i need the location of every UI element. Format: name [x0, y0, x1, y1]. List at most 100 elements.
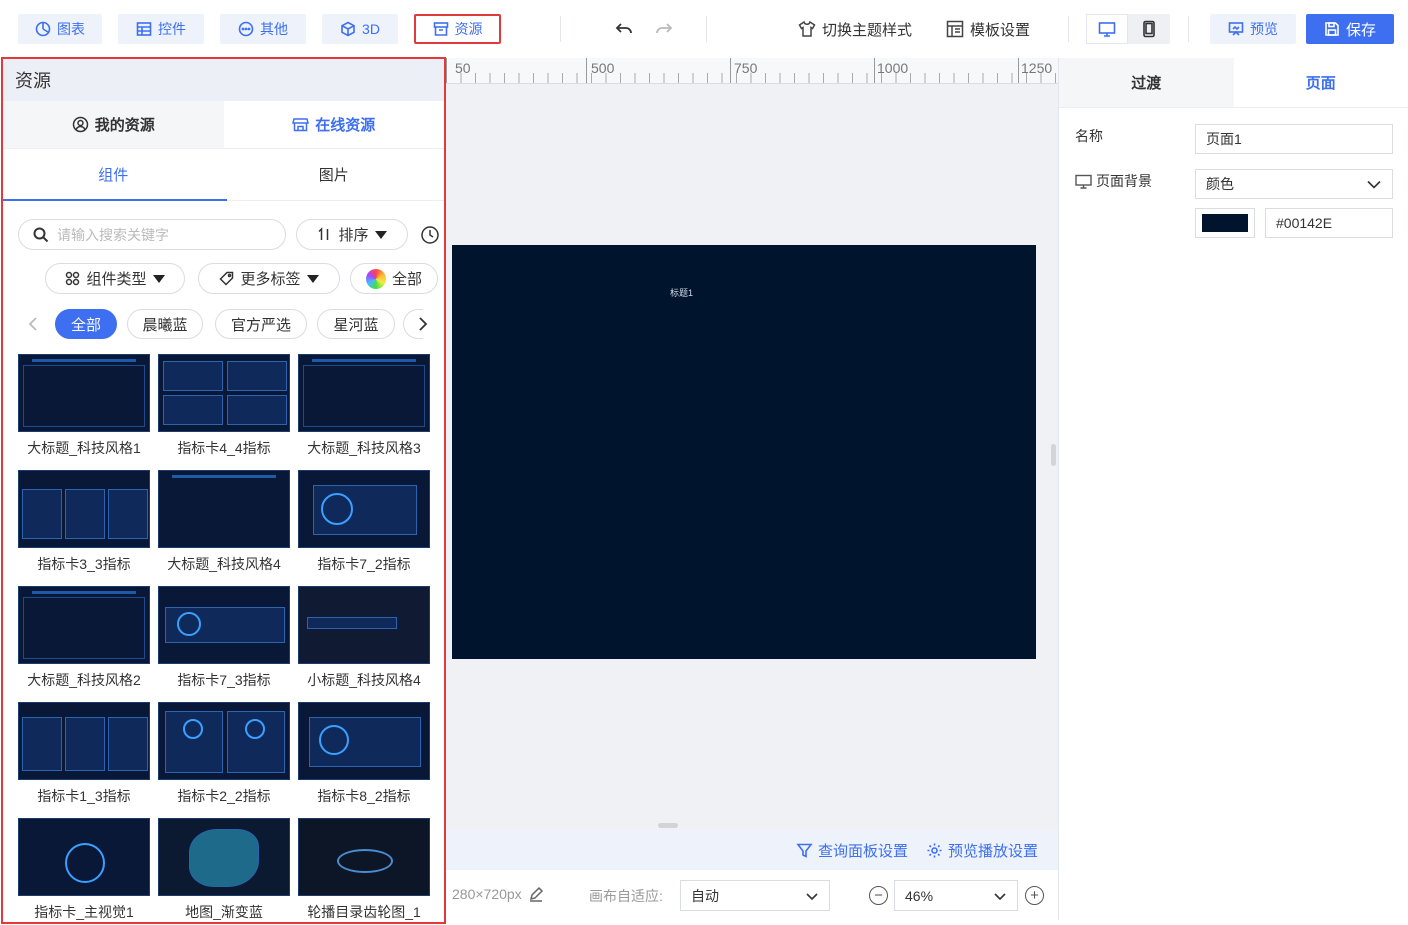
resource-card-label: 指标卡_主视觉1 — [34, 904, 134, 920]
edit-icon[interactable] — [528, 886, 544, 902]
chip-galaxy-blue[interactable]: 星河蓝 — [317, 309, 395, 339]
color-filter[interactable]: 全部 — [350, 263, 438, 294]
chips-scroll-left-button[interactable] — [25, 315, 41, 333]
vertical-scrollbar[interactable] — [1051, 444, 1056, 466]
sort-button[interactable]: 排序 — [296, 219, 408, 250]
tab-transition[interactable]: 过渡 — [1059, 58, 1234, 107]
widget-button[interactable]: 控件 — [118, 14, 204, 44]
resource-type-tabs: 组件 图片 — [3, 149, 444, 201]
save-button[interactable]: 保存 — [1306, 14, 1394, 44]
tab-components[interactable]: 组件 — [3, 149, 224, 200]
page-name-label: 名称 — [1075, 128, 1103, 144]
preview-button-label: 预览 — [1250, 21, 1278, 37]
resource-panel: 资源 我的资源 在线资源 组件 图片 请输入搜索关键字 排序 组件类型 更多标签 — [1, 57, 446, 924]
chip-dawn-blue[interactable]: 晨曦蓝 — [127, 309, 203, 339]
horizontal-scrollbar[interactable] — [658, 823, 678, 828]
sort-label: 排序 — [338, 227, 369, 244]
history-clock-icon[interactable] — [420, 225, 440, 245]
resource-thumbnail — [298, 470, 430, 548]
undo-button[interactable] — [609, 14, 639, 44]
redo-icon — [656, 23, 673, 34]
resource-thumbnail — [158, 818, 290, 896]
query-panel-settings-label: 查询面板设置 — [817, 842, 908, 860]
background-color-picker[interactable] — [1195, 208, 1255, 238]
other-button[interactable]: 其他 — [220, 14, 306, 44]
tab-images[interactable]: 图片 — [224, 149, 445, 200]
chart-button[interactable]: 图表 — [18, 14, 102, 44]
switch-theme-button[interactable]: 切换主题样式 — [798, 14, 912, 44]
phone-icon — [1143, 20, 1155, 38]
resource-button[interactable]: 资源 — [414, 14, 501, 44]
resource-card[interactable]: 指标卡4_4指标 — [158, 354, 290, 458]
store-icon — [292, 118, 310, 132]
resource-card[interactable]: 指标卡7_3指标 — [158, 586, 290, 690]
component-type-filter[interactable]: 组件类型 — [45, 263, 185, 294]
ruler-major-tick — [874, 58, 875, 83]
resource-thumbnail — [298, 702, 430, 780]
canvas-fit-value: 自动 — [691, 887, 719, 904]
preview-play-settings-button[interactable]: 预览播放设置 — [926, 840, 1038, 861]
query-panel-settings-button[interactable]: 查询面板设置 — [796, 840, 908, 861]
mobile-view-toggle[interactable] — [1128, 14, 1170, 44]
canvas-fit-label: 画布自适应: — [589, 888, 663, 904]
undo-icon — [615, 23, 632, 34]
search-input[interactable]: 请输入搜索关键字 — [18, 219, 286, 250]
3d-button[interactable]: 3D — [322, 14, 398, 44]
ruler-major-tick — [586, 58, 587, 83]
resource-card[interactable]: 指标卡7_2指标 — [298, 470, 430, 574]
search-placeholder: 请输入搜索关键字 — [57, 226, 169, 243]
resource-thumbnail — [18, 818, 150, 896]
archive-icon — [433, 22, 448, 36]
resource-card[interactable]: 指标卡1_3指标 — [18, 702, 150, 806]
chip-all[interactable]: 全部 — [55, 309, 117, 339]
tab-my-resources[interactable]: 我的资源 — [3, 101, 224, 148]
resource-card-label: 指标卡7_2指标 — [317, 556, 411, 572]
tag-icon — [219, 271, 234, 286]
resource-card[interactable]: 地图_渐变蓝 — [158, 818, 290, 922]
canvas-fit-select[interactable]: 自动 — [680, 880, 830, 911]
desktop-view-toggle[interactable] — [1086, 14, 1128, 44]
zoom-out-button[interactable]: − — [869, 886, 888, 905]
chart-button-label: 图表 — [57, 21, 85, 37]
canvas-area: 50 500 750 1000 1250 标题1 — [446, 58, 1058, 830]
page-name-input[interactable]: 页面1 — [1195, 124, 1393, 154]
more-dots-icon — [238, 21, 254, 37]
tab-online-resources[interactable]: 在线资源 — [224, 101, 445, 148]
zoom-value: 46% — [905, 887, 934, 904]
3d-button-label: 3D — [362, 21, 380, 37]
template-settings-button[interactable]: 模板设置 — [946, 14, 1030, 44]
canvas-page[interactable]: 标题1 — [452, 245, 1036, 659]
resource-card[interactable]: 指标卡3_3指标 — [18, 470, 150, 574]
redo-button[interactable] — [649, 14, 679, 44]
zoom-select[interactable]: 46% — [894, 880, 1018, 911]
page-background-label: 页面背景 — [1075, 171, 1152, 191]
background-color-hex-input[interactable]: #00142E — [1265, 208, 1393, 238]
more-tags-filter[interactable]: 更多标签 — [198, 263, 340, 294]
resource-card[interactable]: 大标题_科技风格1 — [18, 354, 150, 458]
chips-scroll-right-button[interactable] — [415, 315, 431, 333]
canvas-size-text: 280×720px — [452, 886, 522, 902]
other-button-label: 其他 — [260, 21, 288, 37]
resource-card[interactable]: 小标题_科技风格4 — [298, 586, 430, 690]
resource-card[interactable]: 指标卡2_2指标 — [158, 702, 290, 806]
canvas-title-widget[interactable]: 标题1 — [670, 286, 693, 299]
tab-page[interactable]: 页面 — [1233, 58, 1408, 107]
widget-icon — [136, 22, 152, 36]
background-type-select[interactable]: 颜色 — [1195, 169, 1393, 199]
resource-card[interactable]: 指标卡8_2指标 — [298, 702, 430, 806]
resource-card[interactable]: 指标卡_主视觉1 — [18, 818, 150, 922]
preview-button[interactable]: 预览 — [1210, 14, 1296, 44]
toolbar-divider — [1188, 16, 1189, 42]
widget-button-label: 控件 — [158, 21, 186, 37]
device-switch — [1086, 14, 1170, 44]
top-toolbar: 图表 控件 其他 3D 资源 切换主题样式 模板设置 预览 保存 — [0, 0, 1408, 58]
resource-card[interactable]: 大标题_科技风格3 — [298, 354, 430, 458]
zoom-in-button[interactable]: + — [1025, 886, 1044, 905]
resource-source-tabs: 我的资源 在线资源 — [3, 101, 444, 149]
resource-card[interactable]: 大标题_科技风格2 — [18, 586, 150, 690]
chip-official-pick[interactable]: 官方严选 — [215, 309, 307, 339]
resource-card[interactable]: 大标题_科技风格4 — [158, 470, 290, 574]
resource-card[interactable]: 轮播目录齿轮图_1 — [298, 818, 430, 922]
minus-icon: − — [874, 887, 883, 904]
resource-card-label: 轮播目录齿轮图_1 — [307, 904, 421, 920]
